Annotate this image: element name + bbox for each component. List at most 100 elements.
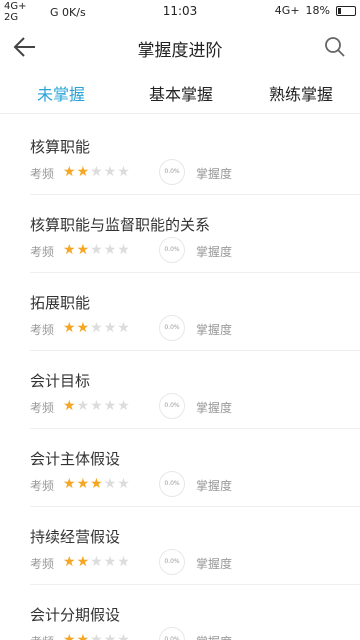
star-icon: ★ (90, 164, 104, 180)
star-icon: ★ (90, 554, 104, 570)
mastery-label: 掌握度 (196, 633, 232, 640)
frequency-label: 考频 (30, 633, 54, 640)
star-icon: ★ (63, 164, 77, 180)
list-item[interactable]: 持续经营假设 考频 ★★★★★ 0.0% 掌握度 (0, 506, 360, 584)
star-icon: ★ (76, 320, 91, 336)
frequency-stars: ★★★★★ (63, 242, 131, 258)
item-meta: 考频 ★★★★★ 0.0% 掌握度 (30, 315, 350, 341)
star-icon: ★ (76, 554, 91, 570)
star-icon: ★ (103, 476, 118, 492)
mastery-label: 掌握度 (196, 167, 233, 181)
divider (30, 194, 360, 195)
star-icon: ★ (63, 320, 77, 336)
knowledge-list[interactable]: 核算职能 考频 ★★★★★ 0.0% 掌握度 核算职能与监督职能的关系 考频 ★… (0, 114, 360, 640)
star-icon: ★ (63, 398, 77, 414)
mastery-ring: 0.0% (159, 627, 185, 640)
star-icon: ★ (117, 398, 131, 414)
list-item[interactable]: 会计目标 考频 ★★★★★ 0.0% 掌握度 (0, 350, 360, 428)
mastery-label: 掌握度 (196, 245, 233, 259)
frequency-label: 考频 (30, 167, 55, 181)
star-icon: ★ (117, 476, 131, 492)
status-right: 4G+ 18% (275, 4, 356, 17)
frequency-stars: ★★★★★ (63, 554, 131, 570)
mastery-label: 掌握度 (196, 557, 233, 571)
star-icon: ★ (117, 164, 131, 180)
star-icon: ★ (90, 632, 104, 640)
list-item[interactable]: 拓展职能 考频 ★★★★★ 0.0% 掌握度 (0, 272, 360, 350)
frequency-label: 考频 (30, 323, 55, 337)
item-title: 持续经营假设 (30, 528, 121, 546)
star-icon: ★ (90, 476, 104, 492)
mastery-ring: 0.0% (159, 393, 185, 419)
item-meta: 考频 ★★★★★ 0.0% 掌握度 (30, 549, 350, 575)
search-icon (325, 37, 345, 57)
star-icon: ★ (103, 554, 118, 570)
star-icon: ★ (103, 242, 118, 258)
divider (30, 506, 360, 507)
tab-unmastered[interactable]: 未掌握 (37, 81, 85, 105)
item-meta: 考频 ★★★★★ 0.0% 掌握度 (30, 627, 350, 640)
star-icon: ★ (63, 242, 77, 258)
star-icon: ★ (103, 164, 118, 180)
frequency-label: 考频 (30, 557, 55, 571)
star-icon: ★ (90, 320, 104, 336)
star-icon: ★ (63, 476, 77, 492)
star-icon: ★ (103, 398, 118, 414)
star-icon: ★ (117, 242, 131, 258)
battery-percent: 18% (305, 4, 330, 17)
frequency-label: 考频 (30, 479, 55, 493)
star-icon: ★ (76, 164, 91, 180)
mastery-ring: 0.0% (159, 471, 185, 497)
frequency-stars: ★★★★★ (63, 398, 131, 414)
title-bar: 掌握度进阶 (0, 24, 360, 70)
frequency-stars: ★★★★★ (63, 320, 131, 336)
star-icon: ★ (117, 632, 131, 640)
star-icon: ★ (90, 398, 104, 414)
status-bar: 4G+ 2G G 0K/s 11:03 4G+ 18% (0, 0, 360, 24)
tab-bar: 未掌握 基本掌握 熟练掌握 (0, 70, 360, 114)
star-icon: ★ (76, 632, 91, 640)
tab-basic-mastered[interactable]: 基本掌握 (149, 81, 213, 105)
star-icon: ★ (103, 320, 118, 336)
item-title: 拓展职能 (30, 294, 91, 312)
mastery-ring: 0.0% (159, 159, 185, 185)
frequency-label: 考频 (30, 245, 55, 259)
star-icon: ★ (63, 632, 77, 640)
star-icon: ★ (90, 242, 104, 258)
star-icon: ★ (76, 398, 91, 414)
item-title: 核算职能与监督职能的关系 (30, 216, 211, 234)
tab-proficient[interactable]: 熟练掌握 (269, 81, 333, 105)
list-item[interactable]: 会计主体假设 考频 ★★★★★ 0.0% 掌握度 (0, 428, 360, 506)
frequency-stars: ★★★★★ (63, 164, 131, 180)
item-title: 会计主体假设 (30, 450, 121, 468)
divider (30, 272, 360, 273)
search-button[interactable] (324, 36, 346, 58)
divider (30, 350, 360, 351)
mastery-ring: 0.0% (159, 237, 185, 263)
list-item[interactable]: 核算职能与监督职能的关系 考频 ★★★★★ 0.0% 掌握度 (0, 194, 360, 272)
list-item[interactable]: 核算职能 考频 ★★★★★ 0.0% 掌握度 (0, 116, 360, 194)
network-type-right: 4G+ (274, 4, 300, 17)
frequency-stars: ★★★★★ (63, 632, 131, 640)
item-title: 会计目标 (30, 372, 91, 390)
frequency-label: 考频 (30, 401, 55, 415)
list-item[interactable]: 会计分期假设 考频 ★★★★★ 0.0% 掌握度 (0, 584, 360, 640)
page-title: 掌握度进阶 (137, 41, 223, 61)
star-icon: ★ (103, 632, 118, 640)
item-meta: 考频 ★★★★★ 0.0% 掌握度 (30, 159, 350, 185)
item-title: 会计分期假设 (30, 606, 121, 624)
star-icon: ★ (117, 554, 131, 570)
divider (30, 428, 360, 429)
mastery-ring: 0.0% (159, 549, 185, 575)
divider (30, 584, 360, 585)
item-meta: 考频 ★★★★★ 0.0% 掌握度 (30, 393, 350, 419)
star-icon: ★ (63, 554, 77, 570)
mastery-label: 掌握度 (196, 479, 233, 493)
star-icon: ★ (117, 320, 131, 336)
mastery-label: 掌握度 (196, 401, 233, 415)
star-icon: ★ (76, 476, 91, 492)
mastery-label: 掌握度 (196, 323, 233, 337)
frequency-stars: ★★★★★ (63, 476, 131, 492)
mastery-ring: 0.0% (159, 315, 185, 341)
item-title: 核算职能 (30, 138, 91, 156)
